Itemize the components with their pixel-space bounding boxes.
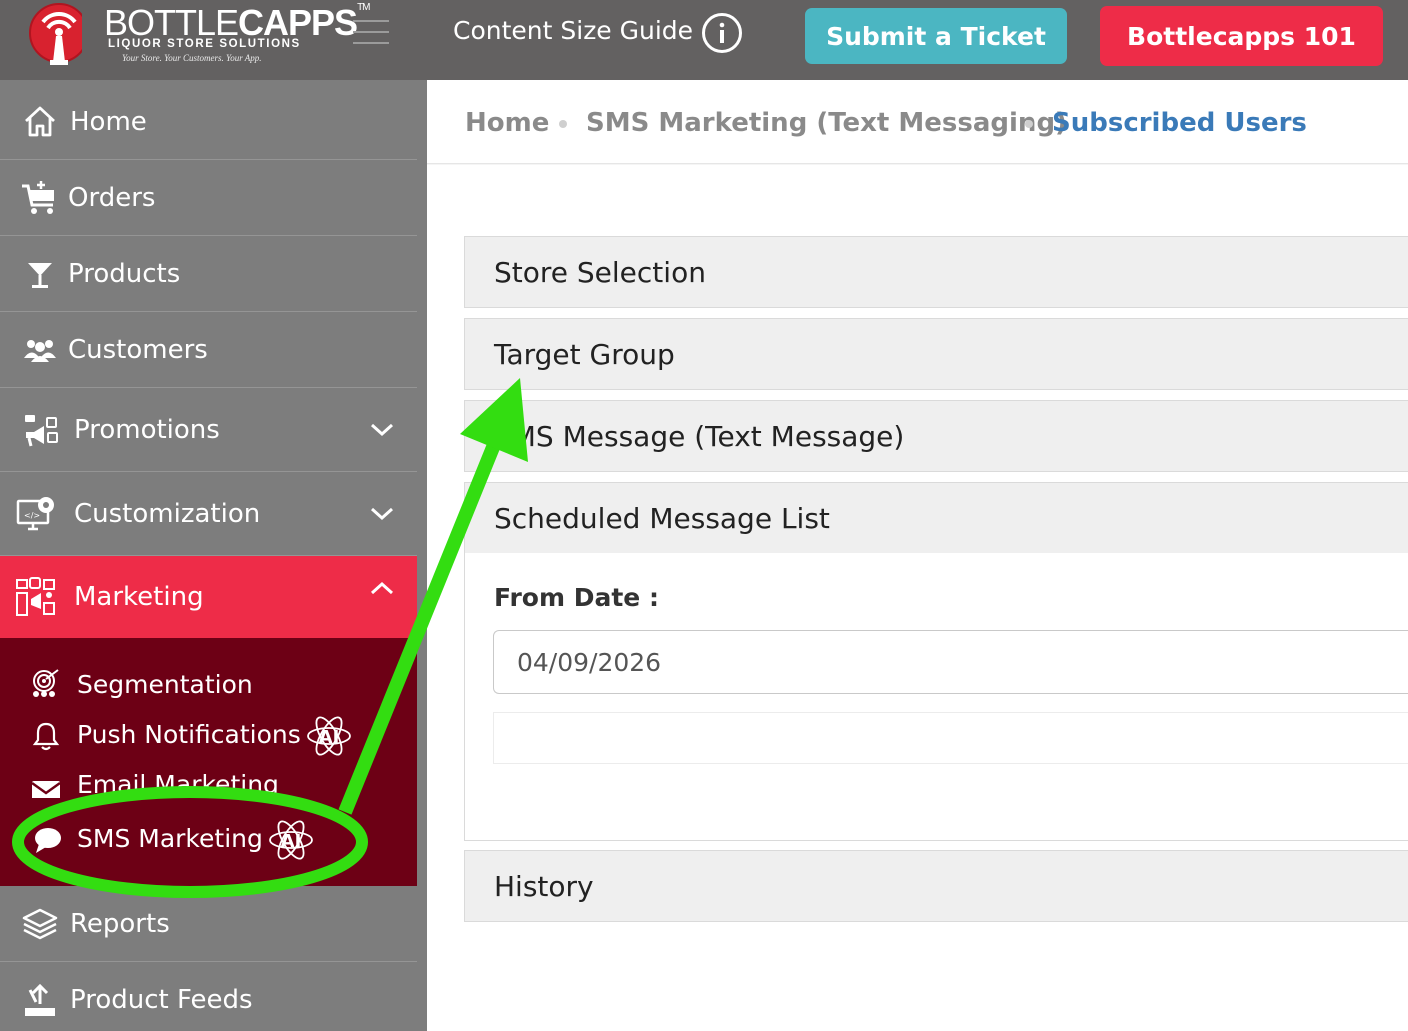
main-content: Home SMS Marketing (Text Messaging) Subs… [427,84,1408,1031]
sidebar-item-reports[interactable]: Reports [0,886,417,962]
bottlecapps-101-button[interactable]: Bottlecapps 101 [1100,6,1383,66]
submenu-item-segmentation[interactable]: Segmentation [0,664,417,704]
sidebar-item-customers[interactable]: Customers [0,312,417,388]
sidebar-item-label: Reports [70,908,170,939]
marketing-icon [16,577,55,616]
logo[interactable]: BOTTLECAPPSTM LIQUOR STORE SOLUTIONS You… [22,0,371,72]
from-date-label: From Date : [494,583,659,612]
megaphone-icon [25,414,58,446]
cocktail-glass-icon [28,262,52,288]
submenu-item-sms-marketing[interactable]: SMS Marketing AI [0,820,417,860]
breadcrumb-separator [1025,120,1033,128]
submenu-item-label: Segmentation [77,669,253,699]
breadcrumb: Home SMS Marketing (Text Messaging) Subs… [427,84,1408,164]
sidebar-item-products[interactable]: Products [0,236,417,312]
accordion-sms-message[interactable]: SMS Message (Text Message) [464,400,1408,472]
sidebar-item-label: Home [70,106,147,137]
users-icon [24,339,56,362]
chevron-up-icon [370,581,394,595]
home-icon [25,106,55,136]
upload-tray-icon [25,983,55,1016]
sidebar-item-label: Customers [68,334,208,365]
chat-bubble-icon [35,828,61,853]
sidebar-item-label: Promotions [74,414,220,445]
sidebar-item-home[interactable]: Home [0,84,417,160]
sidebar-item-orders[interactable]: Orders [0,160,417,236]
sidebar-item-marketing[interactable]: Marketing [0,556,417,638]
scheduled-message-list-body: From Date : [464,553,1408,841]
top-bar: BOTTLECAPPSTM LIQUOR STORE SOLUTIONS You… [0,0,1408,80]
target-users-icon [33,669,59,697]
breadcrumb-home[interactable]: Home [465,108,549,138]
bottlecapps-logo-icon [29,3,82,65]
submit-ticket-button[interactable]: Submit a Ticket [805,8,1067,64]
sidebar-item-label: Customization [74,498,261,529]
breadcrumb-current: Subscribed Users [1052,108,1307,138]
logo-tagline: Your Store. Your Customers. Your App. [122,53,262,63]
sidebar-item-label: Product Feeds [70,985,253,1015]
submenu-item-label: Email Marketing [77,770,279,798]
info-icon[interactable] [701,12,743,54]
content-size-guide-link[interactable]: Content Size Guide [453,16,693,45]
layers-icon [22,908,58,939]
submenu-item-push-notifications[interactable]: Push Notifications AI [0,716,417,756]
bell-icon [32,722,60,751]
sidebar-item-label: Products [68,258,181,289]
marketing-submenu: Segmentation Push Notifications AI Email … [0,638,417,886]
monitor-gear-icon: </> [16,496,54,530]
accordion-scheduled-message-list[interactable]: Scheduled Message List [464,482,1408,554]
logo-subtitle: LIQUOR STORE SOLUTIONS [108,38,301,50]
svg-text:AI: AI [318,727,339,748]
submenu-item-label: Push Notifications AI [77,712,353,760]
sidebar-item-customization[interactable]: </> Customization [0,472,417,556]
submenu-item-email-marketing[interactable]: Email Marketing [0,768,417,798]
svg-text:AI: AI [281,831,302,852]
chevron-down-icon [370,507,394,520]
cart-icon [22,180,54,214]
ai-atom-icon: AI [306,716,351,756]
empty-field[interactable] [493,712,1408,764]
accordion-target-group[interactable]: Target Group [464,318,1408,390]
envelope-icon [31,781,61,798]
accordion-store-selection[interactable]: Store Selection [464,236,1408,308]
sidebar-item-label: Orders [68,182,156,213]
chevron-down-icon [370,423,394,436]
from-date-input[interactable] [493,630,1408,694]
sidebar-item-label: Marketing [74,582,204,612]
breadcrumb-separator [559,120,567,128]
accordion-history[interactable]: History [464,850,1408,922]
accordion-area: Store Selection Target Group SMS Message… [427,165,1408,1031]
sidebar-item-product-feeds[interactable]: Product Feeds [0,962,417,1031]
sidebar-item-promotions[interactable]: Promotions [0,388,417,472]
breadcrumb-sms-marketing[interactable]: SMS Marketing (Text Messaging) [586,108,1067,138]
sidebar: Home Orders Products Customers Promotion… [0,80,427,1031]
svg-text:</>: </> [24,511,40,520]
submenu-item-label: SMS Marketing AI [77,816,315,864]
ai-atom-icon: AI [268,820,313,860]
menu-toggle-icon[interactable] [353,20,389,44]
